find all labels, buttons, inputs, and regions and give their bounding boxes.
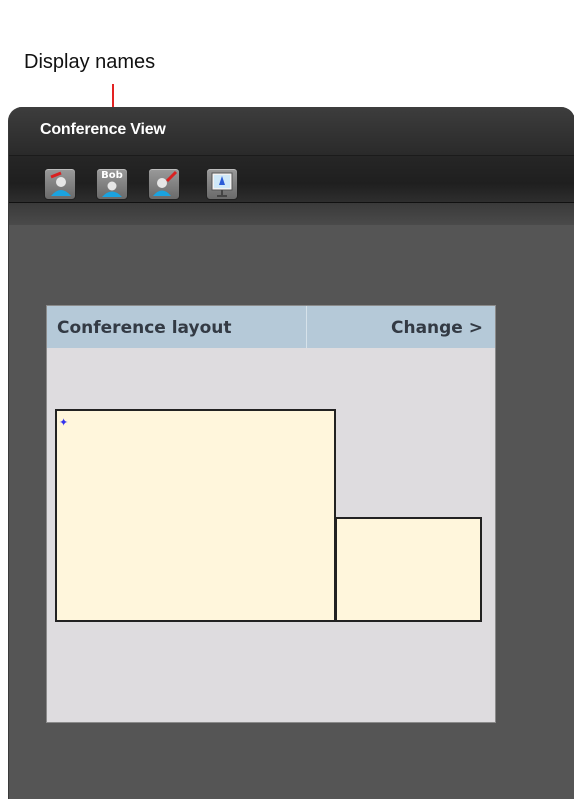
participant-red-badge-icon — [50, 171, 71, 196]
toolbar: Bob — [9, 156, 574, 203]
change-layout-link[interactable]: Change > — [391, 318, 483, 338]
participant-pencil-button[interactable] — [148, 168, 180, 200]
presentation-screen-icon — [211, 172, 233, 197]
presentation-button[interactable] — [206, 168, 238, 200]
toolbar-bottom — [9, 203, 574, 225]
panel-title: Conference View — [40, 121, 166, 138]
participant-red-badge-button[interactable] — [44, 168, 76, 200]
active-speaker-marker-icon: ✦ — [59, 417, 69, 429]
conference-layout-card: Conference layout Change > ✦ — [46, 305, 496, 723]
layout-title: Conference layout — [57, 318, 232, 338]
participant-pencil-icon — [153, 170, 178, 196]
panel-header: Conference View — [9, 107, 574, 156]
participant-display-name-icon — [102, 181, 122, 197]
display-name-button[interactable]: Bob — [96, 168, 128, 200]
annotation-label: Display names — [24, 51, 156, 73]
layout-cell-main[interactable]: ✦ — [55, 409, 336, 622]
layout-cell-secondary[interactable] — [335, 517, 482, 622]
layout-header-divider — [306, 306, 307, 348]
layout-header: Conference layout Change > — [47, 306, 495, 348]
